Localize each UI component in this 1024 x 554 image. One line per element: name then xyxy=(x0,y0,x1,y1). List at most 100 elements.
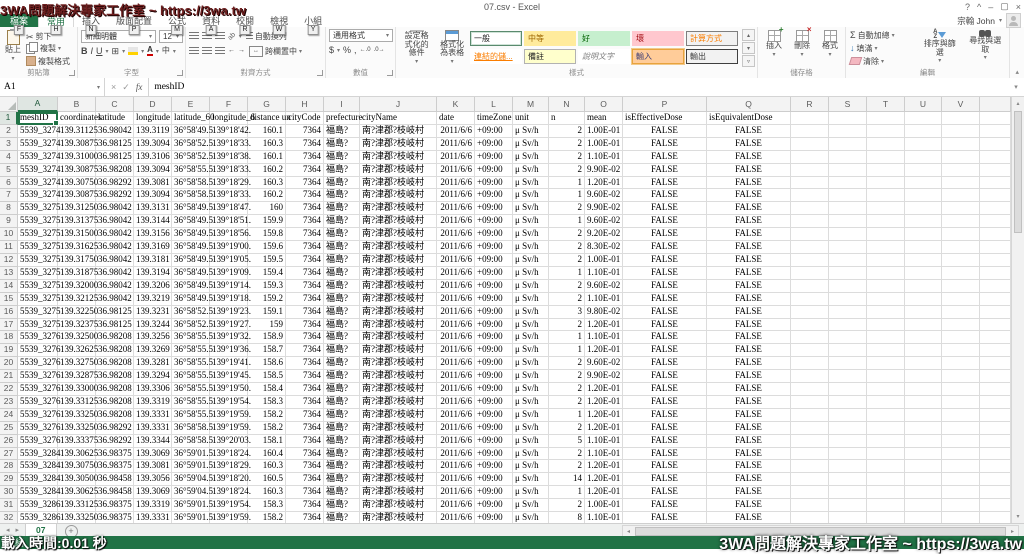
cell[interactable]: 14 xyxy=(549,473,585,486)
cell[interactable]: 2 xyxy=(549,138,585,151)
cell[interactable]: 139°18'33. xyxy=(210,164,248,177)
cell[interactable]: 36.98208 xyxy=(96,370,134,383)
cell[interactable]: 139.3094 xyxy=(134,164,172,177)
cell[interactable]: 5539_3276 xyxy=(18,331,58,344)
cell[interactable]: 1.10E-01 xyxy=(585,435,623,448)
cell[interactable]: +09:00 xyxy=(475,215,513,228)
cell[interactable]: FALSE xyxy=(623,293,707,306)
cell[interactable] xyxy=(791,189,829,202)
cell[interactable] xyxy=(905,383,942,396)
cell[interactable]: 139.3181 xyxy=(134,254,172,267)
cell[interactable]: 36.98042 xyxy=(96,228,134,241)
cell[interactable]: 7364 xyxy=(286,202,324,215)
cell[interactable]: 139.3081 xyxy=(134,177,172,190)
gallery-down-icon[interactable]: ▾ xyxy=(742,42,755,54)
cut-button[interactable]: ✂剪下 xyxy=(25,31,71,42)
cell[interactable] xyxy=(791,254,829,267)
cell[interactable] xyxy=(980,344,1011,357)
column-header-U[interactable]: U xyxy=(905,97,942,112)
cell[interactable]: 5539_3275 xyxy=(18,319,58,332)
cell[interactable]: 福島? xyxy=(324,254,360,267)
cell[interactable] xyxy=(791,112,829,125)
cell[interactable]: FALSE xyxy=(707,280,791,293)
cell[interactable]: +09:00 xyxy=(475,331,513,344)
column-header-J[interactable]: J xyxy=(360,97,437,112)
column-header-D[interactable]: D xyxy=(134,97,172,112)
cell[interactable]: FALSE xyxy=(623,254,707,267)
cell[interactable]: FALSE xyxy=(707,241,791,254)
cell[interactable]: +09:00 xyxy=(475,344,513,357)
cell[interactable] xyxy=(867,435,905,448)
cell[interactable]: FALSE xyxy=(623,460,707,473)
cell[interactable]: 2011/6/6 xyxy=(437,189,475,202)
cell[interactable]: 2011/6/6 xyxy=(437,370,475,383)
cell[interactable]: 36°58'49.5 xyxy=(172,228,210,241)
column-header-G[interactable]: G xyxy=(248,97,286,112)
column-header-T[interactable]: T xyxy=(867,97,905,112)
cell[interactable] xyxy=(791,202,829,215)
cell[interactable] xyxy=(980,331,1011,344)
cell[interactable]: 1.20E-01 xyxy=(585,460,623,473)
enter-icon[interactable]: ✓ xyxy=(122,82,130,93)
cell[interactable] xyxy=(829,228,867,241)
cell[interactable]: 南?津郡?枝岐村 xyxy=(360,228,437,241)
cell[interactable] xyxy=(791,138,829,151)
cell[interactable]: cityCode xyxy=(286,112,324,125)
cell[interactable] xyxy=(980,409,1011,422)
cell[interactable]: 36°59'04.5 xyxy=(172,486,210,499)
cell[interactable]: 139°19'36. xyxy=(210,344,248,357)
cell[interactable] xyxy=(905,267,942,280)
cell[interactable]: 1.10E-01 xyxy=(585,448,623,461)
cell[interactable] xyxy=(791,228,829,241)
cell[interactable]: 1 xyxy=(549,486,585,499)
cell[interactable]: FALSE xyxy=(707,138,791,151)
cell[interactable]: 2011/6/6 xyxy=(437,241,475,254)
cell[interactable]: 139.3319 xyxy=(134,499,172,512)
cell[interactable]: μ Sv/h xyxy=(513,435,549,448)
cell[interactable]: 158.9 xyxy=(248,331,286,344)
gallery-up-icon[interactable]: ▴ xyxy=(742,29,755,41)
cell[interactable] xyxy=(791,267,829,280)
cell[interactable]: 139.32250 xyxy=(58,306,96,319)
cell[interactable]: FALSE xyxy=(707,125,791,138)
cell[interactable] xyxy=(905,280,942,293)
cell[interactable]: 36°58'55.5 xyxy=(172,331,210,344)
cell[interactable]: 139.31625 xyxy=(58,241,96,254)
cell[interactable]: 139°19'09. xyxy=(210,267,248,280)
cell[interactable]: 158.5 xyxy=(248,370,286,383)
cell[interactable]: FALSE xyxy=(623,319,707,332)
cell[interactable]: +09:00 xyxy=(475,370,513,383)
help-icon[interactable]: ? xyxy=(965,2,970,12)
cell[interactable]: 福島? xyxy=(324,151,360,164)
cell[interactable] xyxy=(867,202,905,215)
cell[interactable]: FALSE xyxy=(623,473,707,486)
style-chip[interactable]: 輸入 xyxy=(632,49,684,64)
row-header[interactable]: 21 xyxy=(0,370,18,383)
cell[interactable]: mean xyxy=(585,112,623,125)
cell[interactable]: μ Sv/h xyxy=(513,422,549,435)
cell[interactable]: 139°19'23. xyxy=(210,306,248,319)
cell[interactable]: 139°19'41. xyxy=(210,357,248,370)
cell[interactable]: 139°19'45. xyxy=(210,370,248,383)
cell[interactable] xyxy=(980,228,1011,241)
cell[interactable]: 7364 xyxy=(286,499,324,512)
cell[interactable] xyxy=(905,370,942,383)
cell[interactable]: 2011/6/6 xyxy=(437,319,475,332)
cell[interactable]: 福島? xyxy=(324,383,360,396)
column-header-K[interactable]: K xyxy=(437,97,475,112)
cell[interactable] xyxy=(942,396,980,409)
cell[interactable]: FALSE xyxy=(623,486,707,499)
cell[interactable] xyxy=(980,486,1011,499)
cell[interactable]: 36.98125 xyxy=(96,306,134,319)
cell[interactable]: 36.98208 xyxy=(96,409,134,422)
cell[interactable] xyxy=(829,125,867,138)
cell[interactable]: 9.60E-02 xyxy=(585,215,623,228)
cell[interactable]: 1 xyxy=(549,267,585,280)
cell[interactable]: 5539_3284 xyxy=(18,460,58,473)
cell[interactable]: FALSE xyxy=(707,396,791,409)
cell[interactable]: 139°20'03. xyxy=(210,435,248,448)
cell[interactable] xyxy=(905,460,942,473)
cell[interactable]: 5539_3276 xyxy=(18,409,58,422)
cell[interactable]: 139°19'27. xyxy=(210,319,248,332)
cell[interactable]: 南?津郡?枝岐村 xyxy=(360,202,437,215)
